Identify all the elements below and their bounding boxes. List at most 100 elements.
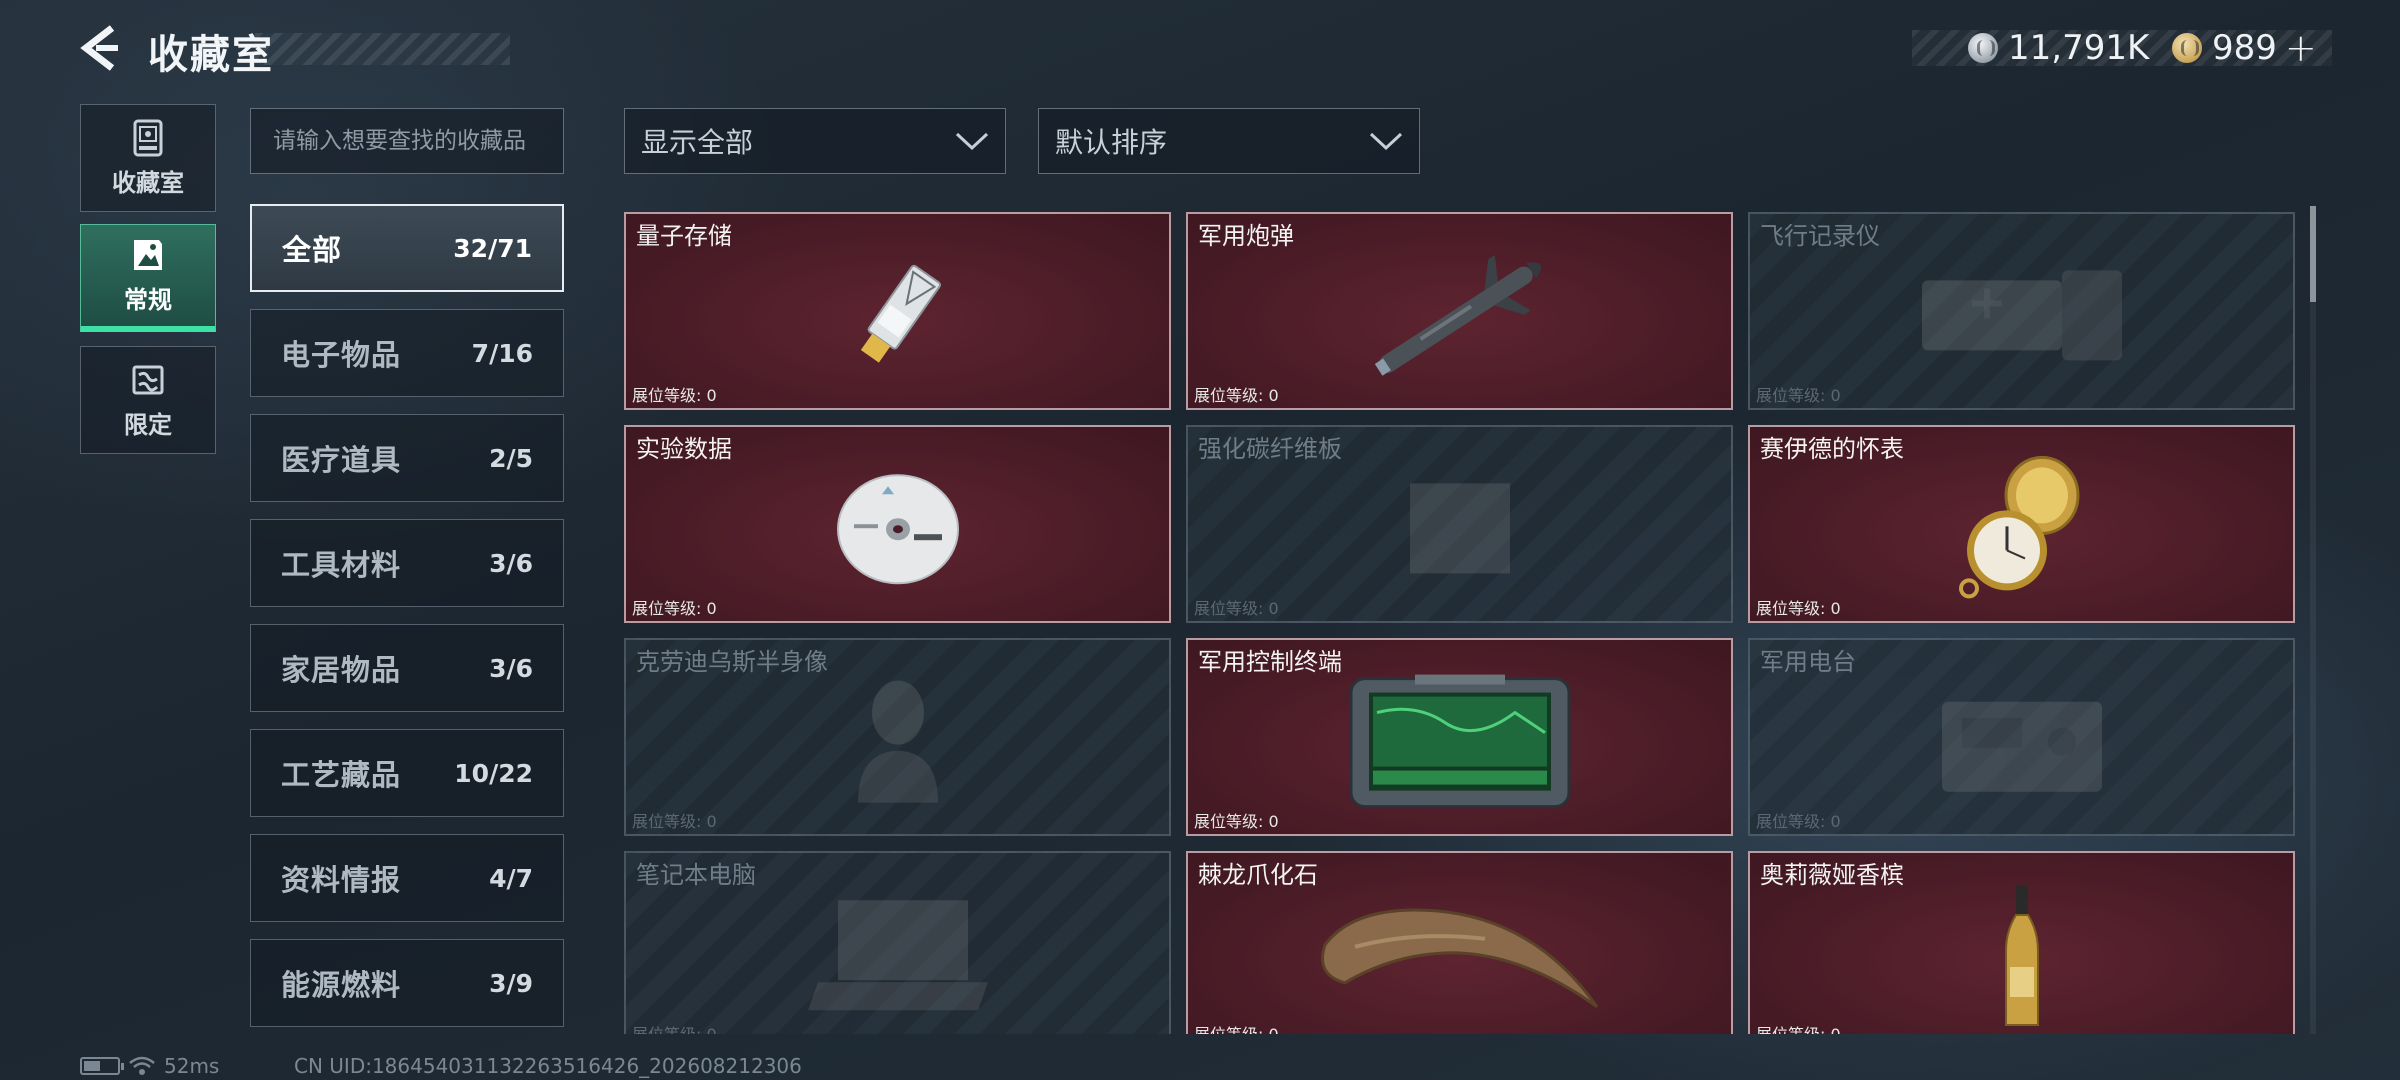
grid-scrollbar[interactable] <box>2310 206 2316 1034</box>
item-name: 克劳迪乌斯半身像 <box>636 648 828 676</box>
item-level: 展位等级: 0 <box>1194 386 1279 405</box>
category-count: 2/5 <box>489 443 533 473</box>
radio-art <box>1941 701 2102 792</box>
item-level: 展位等级: 0 <box>1194 1021 1279 1034</box>
rail-item-limited[interactable]: 限定 <box>80 346 216 454</box>
category-label: 医疗道具 <box>281 443 402 477</box>
item-name: 奥莉薇娅香槟 <box>1760 861 1904 889</box>
category-count: 10/22 <box>454 758 533 788</box>
item-card-military-radio[interactable]: 军用电台 展位等级: 0 <box>1748 638 2295 836</box>
picture-frame-icon <box>134 240 162 270</box>
status-network: 52ms <box>80 1054 219 1078</box>
category-label: 能源燃料 <box>281 968 402 1002</box>
limited-icon <box>132 365 164 394</box>
rail-label-regular: 常规 <box>124 286 172 314</box>
item-name: 强化碳纤维板 <box>1198 435 1342 463</box>
category-intel[interactable]: 资料情报 4/7 <box>250 834 564 922</box>
wifi-icon <box>129 1056 155 1075</box>
item-card-spinosaurus-claw[interactable]: 棘龙爪化石 展位等级: 0 <box>1186 851 1733 1034</box>
laptop-art <box>807 900 988 1011</box>
currency-silver: 11,791K <box>1968 26 2149 70</box>
category-label: 全部 <box>282 233 343 267</box>
item-card-claudius-bust[interactable]: 克劳迪乌斯半身像 展位等级: 0 <box>624 638 1171 836</box>
item-level: 展位等级: 0 <box>632 599 717 618</box>
category-crafts[interactable]: 工艺藏品 10/22 <box>250 729 564 817</box>
category-count: 3/6 <box>489 653 533 683</box>
search-input[interactable] <box>250 108 564 174</box>
missile-art <box>1374 255 1541 376</box>
category-count: 3/6 <box>489 548 533 578</box>
vault-icon <box>133 119 163 156</box>
category-energy[interactable]: 能源燃料 3/9 <box>250 939 564 1027</box>
item-level: 展位等级: 0 <box>1756 1021 1841 1034</box>
category-tools[interactable]: 工具材料 3/6 <box>250 519 564 607</box>
category-label: 家居物品 <box>281 653 402 687</box>
item-name: 笔记本电脑 <box>636 861 756 889</box>
item-level: 展位等级: 0 <box>632 386 717 405</box>
silver-amount: 11,791K <box>2008 28 2150 68</box>
filter-show-dropdown[interactable]: 显示全部 <box>624 108 1006 174</box>
category-medical[interactable]: 医疗道具 2/5 <box>250 414 564 502</box>
item-name: 军用控制终端 <box>1198 648 1342 676</box>
usb-drive-art <box>860 264 941 363</box>
champagne-art <box>2004 885 2039 1026</box>
item-name: 飞行记录仪 <box>1760 222 1880 250</box>
item-level: 展位等级: 0 <box>1194 812 1279 831</box>
add-currency-icon[interactable]: + <box>2285 26 2317 70</box>
category-count: 3/9 <box>489 968 533 998</box>
recorder-art <box>1921 270 2122 361</box>
category-label: 工艺藏品 <box>281 758 402 792</box>
ping-value: 52ms <box>164 1054 220 1078</box>
back-button[interactable] <box>78 24 122 72</box>
item-card-flight-recorder[interactable]: 飞行记录仪 展位等级: 0 <box>1748 212 2295 410</box>
item-level: 展位等级: 0 <box>1756 599 1841 618</box>
gold-amount: 989 <box>2212 28 2277 68</box>
item-level: 展位等级: 0 <box>1194 599 1279 618</box>
item-name: 军用炮弹 <box>1198 222 1294 250</box>
chevron-down-icon <box>1369 132 1403 151</box>
item-level: 展位等级: 0 <box>1756 386 1841 405</box>
chevron-down-icon <box>955 132 989 151</box>
bust-art <box>857 680 938 803</box>
panel-art <box>1409 483 1510 574</box>
item-name: 赛伊德的怀表 <box>1760 435 1904 463</box>
claw-fossil-art <box>1320 908 1598 1009</box>
item-name: 棘龙爪化石 <box>1198 861 1318 889</box>
item-card-military-shell[interactable]: 军用炮弹 展位等级: 0 <box>1186 212 1733 410</box>
category-count: 7/16 <box>471 338 533 368</box>
page-title: 收藏室 <box>148 32 274 78</box>
item-card-experiment-data[interactable]: 实验数据 展位等级: 0 <box>624 425 1171 623</box>
category-all[interactable]: 全部 32/71 <box>250 204 564 292</box>
category-label: 资料情报 <box>281 863 402 897</box>
category-household[interactable]: 家居物品 3/6 <box>250 624 564 712</box>
battery-icon <box>80 1057 124 1075</box>
item-card-carbon-panel[interactable]: 强化碳纤维板 展位等级: 0 <box>1186 425 1733 623</box>
collection-grid: 量子存储 展位等级: 0 军用炮弹 展位等级: 0 飞行记录仪 展位等级: 0 … <box>624 210 2296 1034</box>
item-name: 实验数据 <box>636 435 732 463</box>
category-label: 电子物品 <box>281 338 402 372</box>
gold-coin-icon <box>2172 33 2202 63</box>
currency-gold: 989 + <box>2172 26 2317 70</box>
item-card-laptop[interactable]: 笔记本电脑 展位等级: 0 <box>624 851 1171 1034</box>
item-name: 军用电台 <box>1760 648 1856 676</box>
category-count: 32/71 <box>453 233 532 263</box>
item-level: 展位等级: 0 <box>1756 812 1841 831</box>
item-level: 展位等级: 0 <box>632 1021 717 1034</box>
item-card-control-terminal[interactable]: 军用控制终端 展位等级: 0 <box>1186 638 1733 836</box>
grid-scrollbar-thumb[interactable] <box>2310 206 2316 302</box>
item-card-quantum-storage[interactable]: 量子存储 展位等级: 0 <box>624 212 1171 410</box>
rail-item-vault[interactable]: 收藏室 <box>80 104 216 212</box>
filter-show-value: 显示全部 <box>641 126 754 159</box>
terminal-art <box>1349 674 1570 809</box>
item-card-champagne[interactable]: 奥莉薇娅香槟 展位等级: 0 <box>1748 851 2295 1034</box>
pocket-watch-art <box>1958 455 2079 599</box>
rail-item-regular[interactable]: 常规 <box>80 224 216 332</box>
title-decoration <box>255 33 510 65</box>
sort-dropdown[interactable]: 默认排序 <box>1038 108 1420 174</box>
rail-label-limited: 限定 <box>124 410 172 439</box>
sort-value: 默认排序 <box>1055 126 1168 159</box>
rail-label-vault: 收藏室 <box>112 168 184 197</box>
item-card-pocket-watch[interactable]: 赛伊德的怀表 展位等级: 0 <box>1748 425 2295 623</box>
item-level: 展位等级: 0 <box>632 812 717 831</box>
category-electronics[interactable]: 电子物品 7/16 <box>250 309 564 397</box>
